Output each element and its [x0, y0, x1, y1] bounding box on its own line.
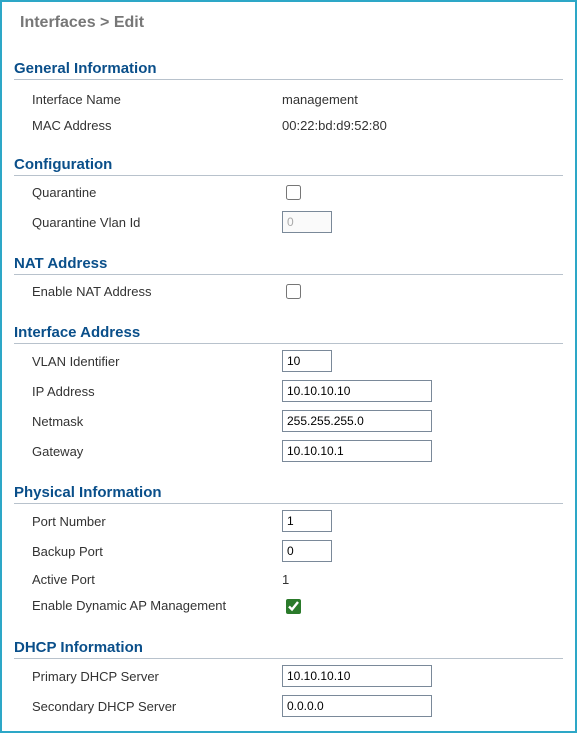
mac-address-label: MAC Address: [32, 118, 282, 133]
primary-dhcp-label: Primary DHCP Server: [32, 669, 282, 684]
active-port-value: 1: [282, 572, 289, 587]
vlan-id-input[interactable]: [282, 350, 332, 372]
quarantine-label: Quarantine: [32, 185, 282, 200]
interface-name-value: management: [282, 92, 358, 107]
row-primary-dhcp: Primary DHCP Server: [14, 661, 563, 691]
vlan-id-label: VLAN Identifier: [32, 354, 282, 369]
section-configuration-heading: Configuration: [14, 156, 563, 176]
row-netmask: Netmask: [14, 406, 563, 436]
interface-name-label: Interface Name: [32, 92, 282, 107]
row-backup-port: Backup Port: [14, 536, 563, 566]
enable-nat-label: Enable NAT Address: [32, 284, 282, 299]
primary-dhcp-input[interactable]: [282, 665, 432, 687]
gateway-label: Gateway: [32, 444, 282, 459]
row-quarantine-vlan-id: Quarantine Vlan Id: [14, 207, 563, 237]
secondary-dhcp-input[interactable]: [282, 695, 432, 717]
ip-address-input[interactable]: [282, 380, 432, 402]
active-port-label: Active Port: [32, 572, 282, 587]
row-mac-address: MAC Address 00:22:bd:d9:52:80: [14, 112, 563, 138]
row-port-number: Port Number: [14, 506, 563, 536]
ip-address-label: IP Address: [32, 384, 282, 399]
section-general-heading: General Information: [14, 60, 563, 80]
row-vlan-id: VLAN Identifier: [14, 346, 563, 376]
dynamic-ap-label: Enable Dynamic AP Management: [32, 598, 282, 614]
breadcrumb: Interfaces > Edit: [20, 14, 563, 32]
mac-address-value: 00:22:bd:d9:52:80: [282, 118, 387, 133]
row-enable-nat: Enable NAT Address: [14, 277, 563, 306]
row-active-port: Active Port 1: [14, 566, 563, 592]
section-dhcp-heading: DHCP Information: [14, 639, 563, 659]
backup-port-input[interactable]: [282, 540, 332, 562]
quarantine-vlan-input[interactable]: [282, 211, 332, 233]
gateway-input[interactable]: [282, 440, 432, 462]
netmask-label: Netmask: [32, 414, 282, 429]
enable-nat-checkbox[interactable]: [286, 284, 301, 299]
port-number-input[interactable]: [282, 510, 332, 532]
secondary-dhcp-label: Secondary DHCP Server: [32, 699, 282, 714]
row-interface-name: Interface Name management: [14, 86, 563, 112]
netmask-input[interactable]: [282, 410, 432, 432]
quarantine-vlan-label: Quarantine Vlan Id: [32, 215, 282, 230]
backup-port-label: Backup Port: [32, 544, 282, 559]
row-dynamic-ap: Enable Dynamic AP Management: [14, 592, 563, 621]
section-physical-heading: Physical Information: [14, 484, 563, 504]
row-gateway: Gateway: [14, 436, 563, 466]
row-secondary-dhcp: Secondary DHCP Server: [14, 691, 563, 721]
quarantine-checkbox[interactable]: [286, 185, 301, 200]
row-quarantine: Quarantine: [14, 178, 563, 207]
section-nat-heading: NAT Address: [14, 255, 563, 275]
port-number-label: Port Number: [32, 514, 282, 529]
dynamic-ap-checkbox[interactable]: [286, 599, 301, 614]
section-interface-address-heading: Interface Address: [14, 324, 563, 344]
row-ip-address: IP Address: [14, 376, 563, 406]
interface-edit-panel: Interfaces > Edit General Information In…: [0, 0, 577, 733]
